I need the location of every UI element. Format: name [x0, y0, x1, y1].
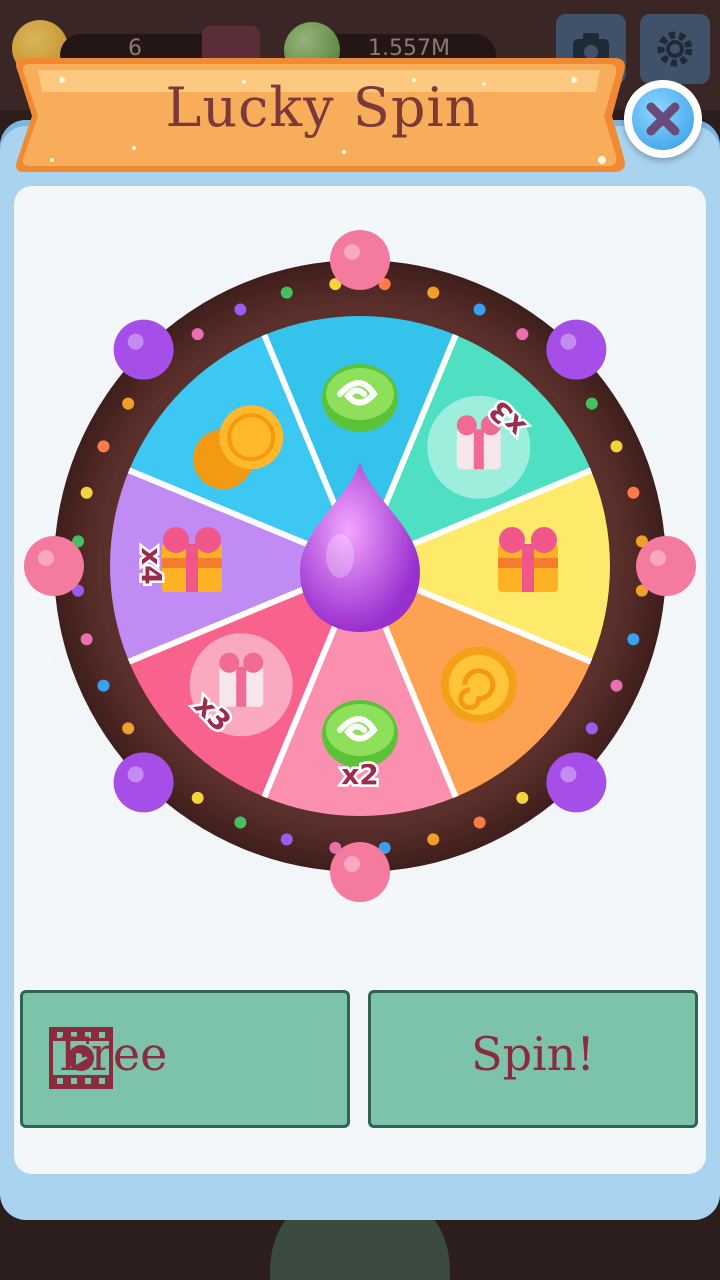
gumdrop [636, 536, 696, 596]
reward-orange-swirl-candy-icon [440, 646, 517, 723]
sprinkle [585, 397, 598, 410]
sprinkle [97, 440, 110, 453]
sprinkle [97, 679, 110, 692]
close-button[interactable] [624, 80, 702, 158]
sprinkle [122, 397, 135, 410]
close-icon [646, 102, 680, 136]
free-spin-button[interactable]: Free [20, 990, 350, 1128]
sprinkle [627, 633, 640, 646]
sprinkle [191, 791, 204, 804]
spin-button[interactable]: Spin! [368, 990, 698, 1128]
sprinkle [610, 679, 623, 692]
sprinkle [122, 722, 135, 735]
gumdrop [113, 752, 174, 813]
gumdrop [330, 230, 390, 290]
settings-button [640, 14, 710, 84]
reward-gift-bubble-icon: x3 [185, 633, 293, 741]
gumdrop [330, 842, 390, 902]
sprinkle [427, 286, 440, 299]
sprinkle [80, 633, 93, 646]
sprinkle [585, 722, 598, 735]
gumdrop [546, 319, 607, 380]
reward-multiplier: x4 [135, 547, 168, 585]
sprinkle [627, 486, 640, 499]
sprinkle [80, 486, 93, 499]
dialog-title: Lucky Spin [165, 76, 481, 139]
sprinkle [234, 816, 247, 829]
reward-multiplier: x2 [341, 758, 379, 791]
free-button-label: Free [59, 1027, 168, 1081]
sprinkle [280, 286, 293, 299]
reward-green-swirl-candy-icon [322, 364, 398, 432]
sprinkle [427, 833, 440, 846]
sprinkle [516, 791, 529, 804]
sprinkle [191, 328, 204, 341]
sprinkle [473, 816, 486, 829]
sprinkle [516, 328, 529, 341]
reward-gift-bubble-icon: x3 [427, 391, 535, 499]
sprinkle [280, 833, 293, 846]
sprinkle [610, 440, 623, 453]
gumdrop [113, 319, 174, 380]
gear-icon [657, 31, 693, 67]
sprinkle [473, 303, 486, 316]
spin-wheel[interactable]: x3 x2 x3 x4 [0, 200, 720, 920]
gumdrop [24, 536, 84, 596]
sprinkle [234, 303, 247, 316]
spin-button-label: Spin! [471, 1027, 595, 1081]
gumdrop [546, 752, 607, 813]
